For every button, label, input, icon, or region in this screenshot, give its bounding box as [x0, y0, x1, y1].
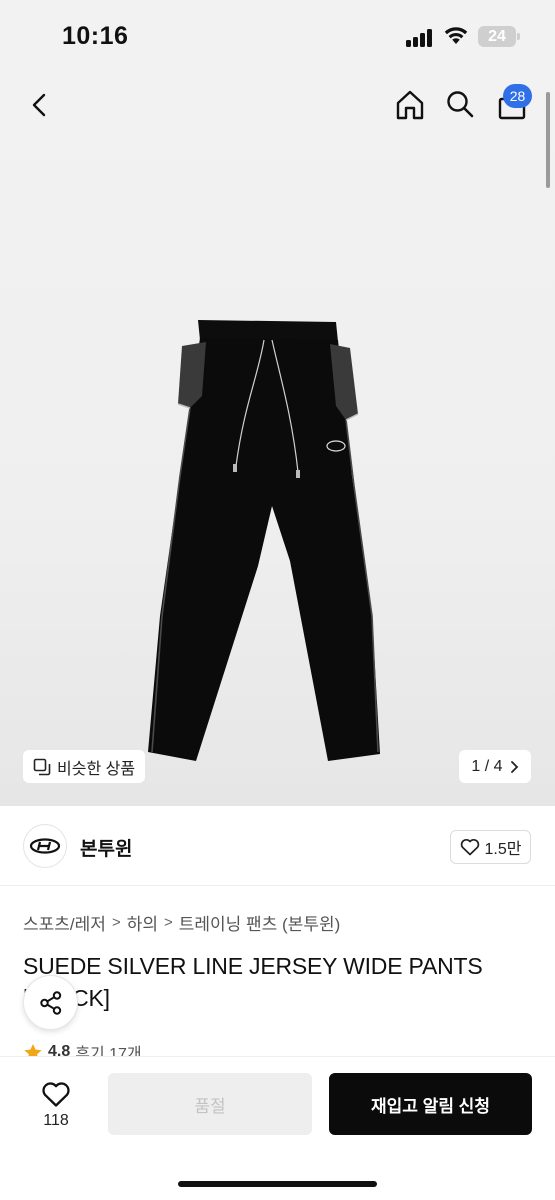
status-time: 10:16 — [62, 22, 129, 50]
bottom-action-bar: 118 품절 재입고 알림 신청 — [0, 1056, 555, 1200]
brand-logo[interactable] — [23, 824, 67, 868]
battery-indicator: 24 — [478, 26, 520, 47]
breadcrumb-item[interactable]: 하의 — [127, 910, 158, 935]
brand-like-button[interactable]: 1.5만 — [450, 830, 531, 864]
back-button[interactable] — [20, 85, 60, 125]
product-photo — [148, 320, 380, 761]
bag-count-badge: 28 — [503, 84, 532, 108]
heart-icon — [460, 838, 479, 856]
breadcrumb-item[interactable]: 트레이닝 팬츠 (본투윈) — [179, 910, 341, 935]
scrollbar[interactable] — [546, 92, 550, 188]
heart-icon — [42, 1081, 70, 1107]
home-icon — [396, 90, 424, 120]
similar-products-button[interactable]: 비슷한 상품 — [23, 750, 146, 783]
image-pager[interactable]: 1 / 4 — [459, 750, 531, 783]
search-button[interactable] — [440, 84, 480, 124]
chevron-right-icon — [510, 760, 518, 773]
share-button[interactable] — [23, 975, 78, 1030]
breadcrumb-item[interactable]: 스포츠/레저 — [23, 910, 106, 935]
copy-icon — [33, 758, 51, 775]
brand-name[interactable]: 본투윈 — [80, 834, 132, 861]
cellular-signal-icon — [406, 29, 434, 47]
chevron-left-icon — [32, 93, 46, 117]
search-icon — [447, 91, 474, 118]
wishlist-count: 118 — [43, 1111, 69, 1129]
restock-alert-button[interactable]: 재입고 알림 신청 — [329, 1073, 532, 1135]
product-title: SUEDE SILVER LINE JERSEY WIDE PANTS [BLA… — [23, 953, 483, 1011]
page-indicator: 1 / 4 — [471, 757, 503, 775]
share-icon — [39, 990, 61, 1015]
home-indicator — [178, 1181, 377, 1187]
soldout-button[interactable]: 품절 — [108, 1073, 312, 1135]
product-image-gallery[interactable] — [0, 66, 555, 806]
chevron-right-icon: > — [111, 914, 121, 931]
similar-products-label: 비슷한 상품 — [57, 760, 136, 778]
chevron-right-icon: > — [163, 914, 173, 931]
wishlist-button[interactable]: 118 — [24, 1074, 88, 1136]
breadcrumb: 스포츠/레저 > 하의 > 트레이닝 팬츠 (본투윈) — [23, 910, 340, 935]
brand-like-count: 1.5만 — [484, 841, 522, 858]
brand-row: 본투윈 1.5만 — [0, 806, 555, 886]
brand-logo-mark — [29, 838, 61, 854]
status-bar: 10:16 24 — [0, 0, 555, 66]
home-button[interactable] — [390, 85, 430, 125]
wifi-icon — [444, 27, 468, 44]
top-navigation — [0, 66, 555, 146]
